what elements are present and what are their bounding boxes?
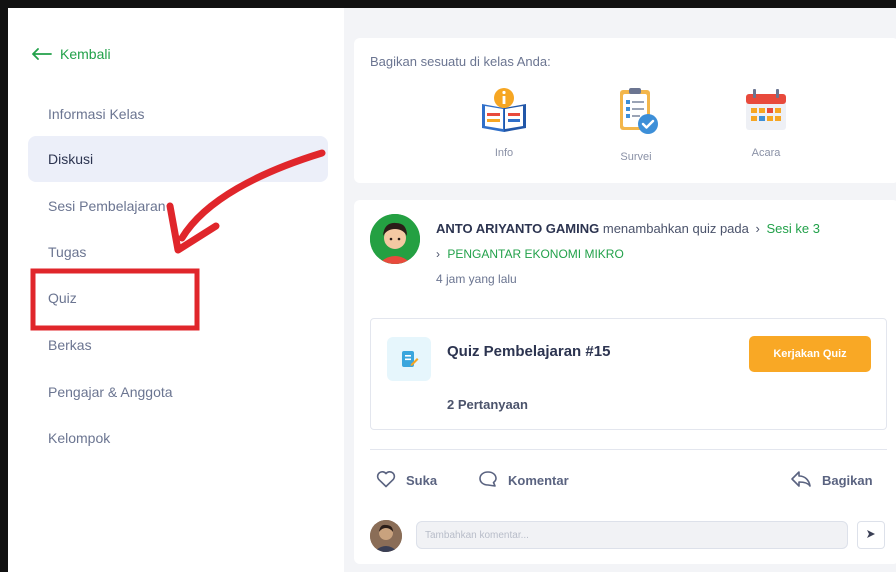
quiz-title[interactable]: Quiz Pembelajaran #15 (447, 343, 610, 360)
sidebar-item-sesi-pembelajaran[interactable]: Sesi Pembelajaran (28, 183, 328, 229)
chevron-right-icon: › (436, 247, 440, 261)
sidebar-item-informasi-kelas[interactable]: Informasi Kelas (28, 91, 328, 137)
window-top-border (0, 0, 896, 8)
book-info-icon (478, 86, 530, 139)
window-left-border (0, 8, 8, 572)
post-author[interactable]: ANTO ARIYANTO GAMING (436, 221, 599, 236)
post-topic: › PENGANTAR EKONOMI MIKRO (436, 247, 624, 261)
post-header: ANTO ARIYANTO GAMING menambahkan quiz pa… (436, 221, 820, 236)
avatar[interactable] (370, 214, 420, 264)
comment-label: Komentar (508, 473, 569, 488)
post-action: menambahkan quiz pada (602, 221, 749, 236)
survey-clipboard-icon (610, 86, 662, 143)
share-option-label: Acara (751, 147, 781, 159)
back-label: Kembali (60, 46, 111, 62)
post-topic-link[interactable]: PENGANTAR EKONOMI MIKRO (447, 247, 623, 261)
main-content: Bagikan sesuatu di kelas Anda: Info Surv… (344, 8, 896, 572)
comment-bubble-icon (478, 470, 498, 491)
sidebar-item-diskusi[interactable]: Diskusi (28, 136, 328, 182)
sidebar-item-kelompok[interactable]: Kelompok (28, 415, 328, 461)
send-comment-button[interactable] (857, 521, 885, 549)
share-button[interactable]: Bagikan (790, 470, 873, 491)
share-title: Bagikan sesuatu di kelas Anda: (370, 54, 551, 69)
quiz-question-count: 2 Pertanyaan (447, 397, 528, 412)
sidebar-item-quiz[interactable]: Quiz (28, 275, 328, 321)
share-label: Bagikan (822, 473, 873, 488)
share-option-label: Survei (620, 151, 652, 163)
sidebar-item-berkas[interactable]: Berkas (28, 322, 328, 368)
sidebar-item-pengajar-anggota[interactable]: Pengajar & Anggota (28, 369, 328, 415)
post-timestamp: 4 jam yang lalu (436, 272, 517, 286)
back-link[interactable]: Kembali (32, 46, 111, 62)
sidebar-item-tugas[interactable]: Tugas (28, 229, 328, 275)
post-card: ANTO ARIYANTO GAMING menambahkan quiz pa… (354, 200, 896, 564)
send-icon (866, 526, 876, 544)
share-card: Bagikan sesuatu di kelas Anda: Info Surv… (354, 38, 896, 183)
share-option-acara[interactable]: Acara (726, 86, 806, 159)
heart-icon (376, 470, 396, 491)
start-quiz-button[interactable]: Kerjakan Quiz (749, 336, 871, 372)
arrow-left-icon (32, 48, 52, 60)
like-label: Suka (406, 473, 438, 488)
share-arrow-icon (790, 470, 812, 491)
divider (370, 449, 887, 450)
share-option-info[interactable]: Info (464, 86, 544, 159)
sidebar: Kembali Informasi Kelas Diskusi Sesi Pem… (8, 8, 344, 572)
quiz-icon (387, 337, 431, 381)
calendar-icon (740, 86, 792, 139)
comment-button[interactable]: Komentar (478, 470, 569, 491)
avatar (370, 520, 402, 552)
comment-input[interactable] (416, 521, 848, 549)
like-button[interactable]: Suka (376, 470, 437, 491)
share-option-label: Info (494, 147, 514, 159)
quiz-card: Quiz Pembelajaran #15 Kerjakan Quiz 2 Pe… (370, 318, 887, 430)
share-option-survei[interactable]: Survei (596, 86, 676, 163)
chevron-right-icon: › (755, 221, 760, 236)
post-session-link[interactable]: Sesi ke 3 (766, 221, 819, 236)
